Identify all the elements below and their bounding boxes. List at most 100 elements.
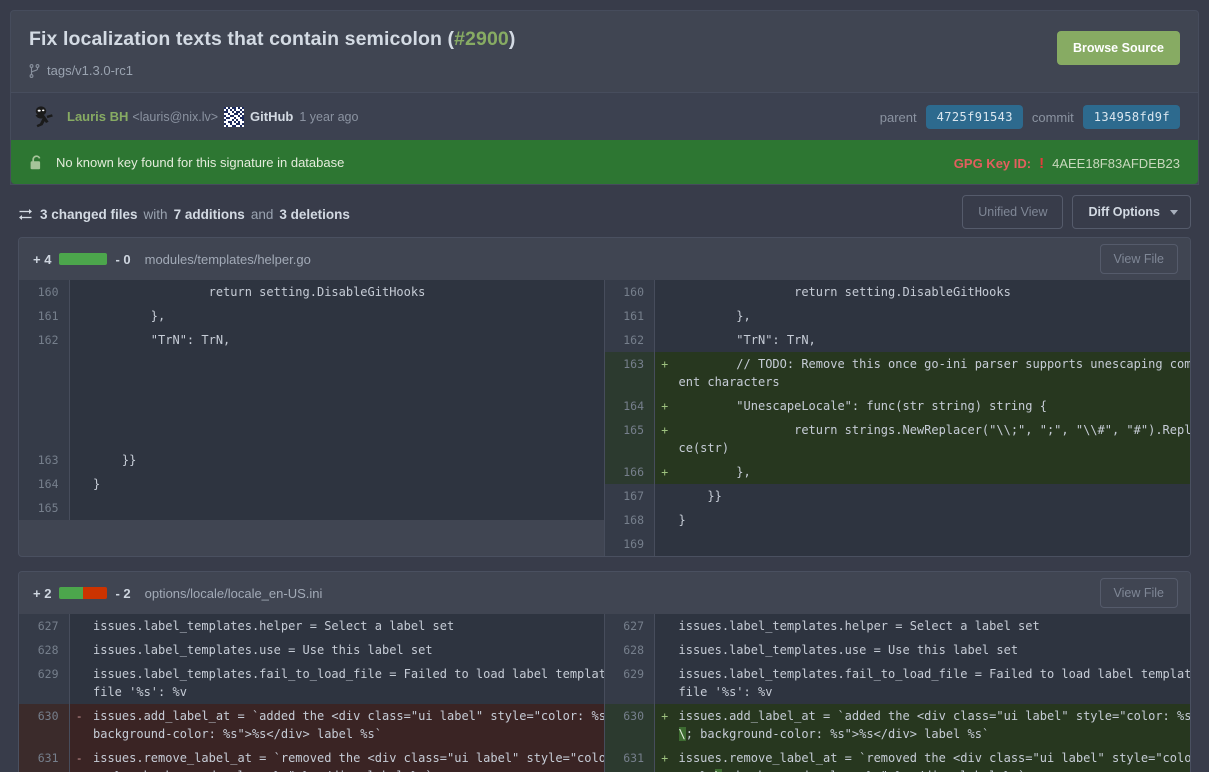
line-number: 165 [604,418,655,461]
line-code: }} [674,484,1190,509]
line-code [674,532,1190,557]
diff-split-view: 627 issues.label_templates.helper = Selec… [19,614,1190,772]
parent-label: parent [879,109,917,125]
diff-line-ctx: 161 }, [19,304,604,329]
issue-reference-link[interactable]: #2900 [454,28,509,50]
line-number: 160 [19,280,69,305]
line-marker: - [68,746,89,772]
line-code: return strings.NewReplacer("\\;", ";", "… [674,418,1190,461]
line-number: 168 [604,508,655,533]
line-code: issues.add_label_at = `added the <div cl… [674,704,1191,747]
line-number: 169 [604,532,655,557]
line-marker: + [654,352,675,395]
commit-hash-chip[interactable]: 134958fd9f [1082,105,1180,130]
line-marker [654,484,675,509]
line-code: "TrN": TrN, [674,328,1190,353]
diff-line-del: 630- issues.add_label_at = `added the <di… [19,704,604,747]
view-file-button[interactable]: View File [1099,578,1178,609]
branch-line: tags/v1.3.0-rc1 [29,63,1180,78]
avatar [29,102,57,131]
deletions-count: 3 deletions [279,206,350,222]
branch-icon [29,63,40,78]
line-number [19,352,69,449]
diff-line-ctx: 163 }} [19,448,604,473]
line-number: 162 [604,328,655,353]
browse-source-button[interactable]: Browse Source [1056,31,1180,65]
line-code: issues.label_templates.use = Use this la… [89,638,604,663]
diff-line-ctx: 169 [604,532,1190,557]
line-code: issues.remove_label_at = `removed the <d… [674,746,1190,772]
line-code: // TODO: Remove this once go-ini parser … [674,352,1190,395]
line-marker [68,304,89,329]
line-marker [654,614,675,639]
diff-line-del: 631- issues.remove_label_at = `removed th… [19,746,604,772]
line-code: }, [674,304,1190,329]
line-number: 630 [19,704,69,747]
diff-line-ctx: 161 }, [604,304,1190,329]
line-marker: + [654,394,675,419]
line-number: 627 [604,614,655,639]
branch-tag-label[interactable]: tags/v1.3.0-rc1 [47,63,133,78]
author-name[interactable]: Lauris BH [67,109,128,124]
code-text: issues.add_label_at = `added the <div cl… [678,709,1191,724]
line-number: 161 [604,304,655,329]
commit-header-card: Fix localization texts that contain semi… [10,10,1199,186]
diff-file-header: + 4 - 0 modules/templates/helper.go View Fi… [19,238,1190,281]
view-file-button[interactable]: View File [1099,244,1178,275]
line-number: 631 [19,746,69,772]
line-marker: + [654,704,675,747]
line-number: 167 [604,484,655,509]
diff-line-add: 630 + issues.add_label_at = `added the <di… [604,704,1191,747]
gpg-key-area: GPG Key ID: ! 4AEE18F83AFDEB23 [954,141,1180,185]
line-marker [654,638,675,663]
line-marker [68,328,89,353]
line-number: 162 [19,328,69,353]
diff-ratio-bar-additions [59,253,108,266]
diff-line-ctx: 627 issues.label_templates.helper = Selec… [604,614,1190,639]
diff-options-label: Diff Options [1088,205,1160,220]
diff-files-container: + 4 - 0 modules/templates/helper.go View Fi… [10,237,1199,772]
line-marker [68,352,89,449]
line-marker: + [654,418,675,461]
diff-line-ctx: 629 issues.label_templates.fail_to_load_f… [604,662,1190,705]
commit-author-row: Lauris BH <lauris@nix.lv> GitHub 1 year … [11,92,1198,141]
line-code: return setting.DisableGitHooks [89,280,604,305]
line-number: 628 [604,638,655,663]
unified-view-button[interactable]: Unified View [962,195,1064,230]
line-code: }, [674,460,1190,485]
line-number: 629 [19,662,69,705]
line-number: 627 [19,614,69,639]
commit-hash-area: parent 4725f91543 commit 134958fd9f [880,93,1180,141]
diff-file-path: options/locale/locale_en-US.ini [144,585,323,601]
parent-hash-chip[interactable]: 4725f91543 [925,105,1023,130]
line-code: issues.remove_label_at = `removed the <d… [89,746,604,772]
diff-ratio-bar-additions [59,587,84,600]
line-number: 163 [19,448,69,473]
diff-options-button[interactable]: Diff Options [1072,195,1191,230]
line-marker [68,448,89,473]
line-marker: - [68,704,89,747]
line-marker [68,614,89,639]
line-code: issues.label_templates.helper = Select a… [674,614,1190,639]
line-marker [68,280,89,305]
line-code: "TrN": TrN, [89,328,604,353]
gpg-message: No known key found for this signature in… [56,155,345,171]
line-code: }, [89,304,604,329]
diff-line-add: 631 + issues.remove_label_at = `removed th… [604,746,1190,772]
word-diff-highlight: \ [678,727,686,742]
line-marker [68,638,89,663]
line-code: issues.label_templates.helper = Select a… [89,614,604,639]
line-marker: + [654,746,675,772]
line-number: 631 [604,746,655,772]
diff-line-ctx: 164} [19,472,604,497]
diff-line-ctx: 629 issues.label_templates.fail_to_load_f… [19,662,604,705]
diff-line-ctx: 628 issues.label_templates.use = Use this… [19,638,604,663]
file-deletions-count: - 0 [115,251,131,267]
diff-file-path: modules/templates/helper.go [144,251,311,267]
line-marker [654,328,675,353]
line-number: 628 [19,638,69,663]
line-code: } [674,508,1190,533]
author-email: <lauris@nix.lv> [132,109,219,124]
line-code [89,496,604,521]
line-code: issues.label_templates.use = Use this la… [674,638,1190,663]
